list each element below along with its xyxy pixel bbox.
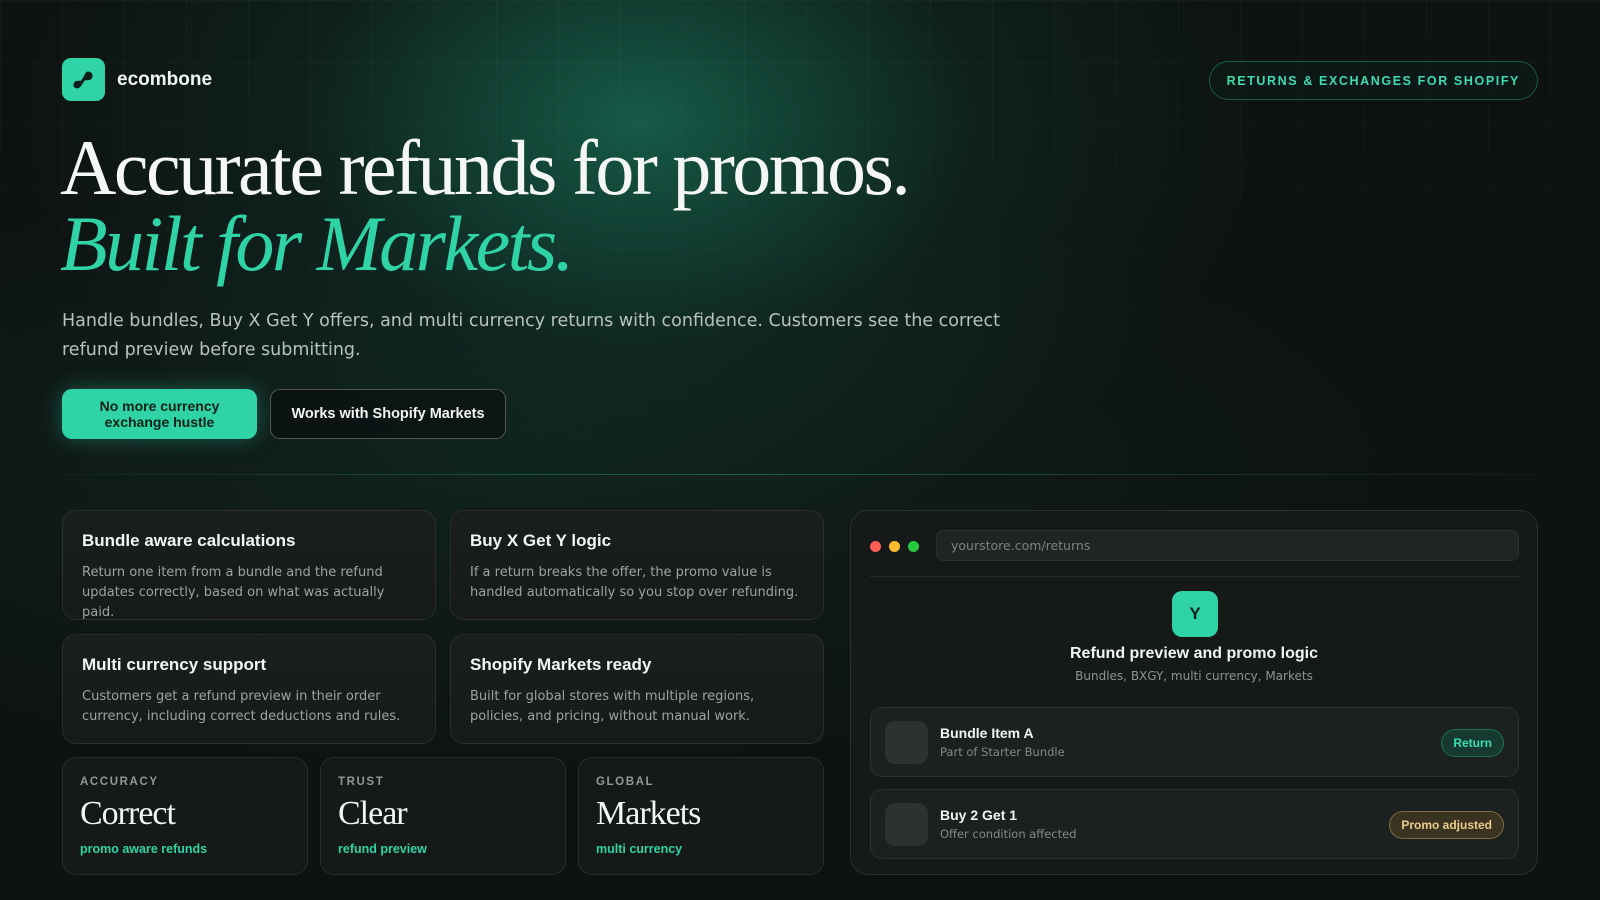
item-name: Bundle Item A xyxy=(940,725,1034,741)
feature-title: Buy X Get Y logic xyxy=(470,531,612,550)
feature-body: If a return breaks the offer, the promo … xyxy=(470,565,799,600)
returns-exchanges-pill[interactable]: RETURNS & EXCHANGES FOR SHOPIFY xyxy=(1208,61,1538,100)
hero-subtitle: Handle bundles, Buy X Get Y offers, and … xyxy=(62,311,1000,360)
section-divider xyxy=(62,474,1538,475)
hero-title-plain: Accurate refunds for promos. xyxy=(60,124,911,211)
app-badge: Y xyxy=(1172,591,1218,637)
feature-card-bxgy: Buy X Get Y logic If a return breaks the… xyxy=(450,510,824,620)
list-item[interactable]: Buy 2 Get 1 Offer condition affected Pro… xyxy=(870,789,1519,859)
brand-logo[interactable]: ecombone xyxy=(62,58,212,101)
return-button[interactable]: Return xyxy=(1441,729,1504,757)
product-thumbnail xyxy=(885,721,928,764)
feature-body: Return one item from a bundle and the re… xyxy=(82,565,385,620)
feature-card-currency: Multi currency support Customers get a r… xyxy=(62,634,436,744)
shopify-markets-button[interactable]: Works with Shopify Markets xyxy=(270,389,506,439)
stat-value: Markets xyxy=(596,795,701,832)
stat-card-trust: TRUST Clear refund preview xyxy=(320,757,566,875)
close-window-dot[interactable] xyxy=(870,541,881,552)
feature-title: Bundle aware calculations xyxy=(82,531,296,550)
maximize-window-dot[interactable] xyxy=(908,541,919,552)
hero-title-accent: Built for Markets. xyxy=(60,200,574,287)
preview-subtitle: Bundles, BXGY, multi currency, Markets xyxy=(1075,669,1313,683)
stat-card-accuracy: ACCURACY Correct promo aware refunds xyxy=(62,757,308,875)
feature-title: Shopify Markets ready xyxy=(470,655,652,674)
stat-value: Correct xyxy=(80,795,176,832)
item-name: Buy 2 Get 1 xyxy=(940,807,1018,823)
preview-title: Refund preview and promo logic xyxy=(1069,645,1319,662)
stat-foot: refund preview xyxy=(338,842,427,856)
brand-name: ecombone xyxy=(117,68,213,90)
panel-divider xyxy=(870,576,1519,577)
link-icon xyxy=(62,58,105,101)
minimize-window-dot[interactable] xyxy=(889,541,900,552)
feature-card-markets: Shopify Markets ready Built for global s… xyxy=(450,634,824,744)
stat-kicker: GLOBAL xyxy=(596,776,655,788)
product-thumbnail xyxy=(885,803,928,846)
item-meta: Offer condition affected xyxy=(940,827,1077,841)
hero-title: Accurate refunds for promos. Built for M… xyxy=(60,129,1060,283)
item-meta: Part of Starter Bundle xyxy=(940,745,1065,759)
stat-card-global: GLOBAL Markets multi currency xyxy=(578,757,824,875)
feature-title: Multi currency support xyxy=(82,655,267,674)
currency-hustle-button[interactable]: No more currency exchange hustle xyxy=(62,389,257,439)
feature-card-bundle: Bundle aware calculations Return one ite… xyxy=(62,510,436,620)
promo-adjusted-badge: Promo adjusted xyxy=(1389,811,1504,839)
url-bar[interactable]: yourstore.com/returns xyxy=(936,530,1519,561)
stat-value: Clear xyxy=(338,795,408,832)
stat-foot: promo aware refunds xyxy=(80,842,208,856)
list-item[interactable]: Bundle Item A Part of Starter Bundle Ret… xyxy=(870,707,1519,777)
refund-preview-panel: yourstore.com/returns Y Refund preview a… xyxy=(850,510,1538,875)
stat-kicker: ACCURACY xyxy=(80,776,159,788)
stat-foot: multi currency xyxy=(596,842,683,856)
feature-body: Built for global stores with multiple re… xyxy=(470,689,755,724)
feature-body: Customers get a refund preview in their … xyxy=(82,689,401,724)
stat-kicker: TRUST xyxy=(338,776,385,788)
window-controls xyxy=(870,541,919,552)
